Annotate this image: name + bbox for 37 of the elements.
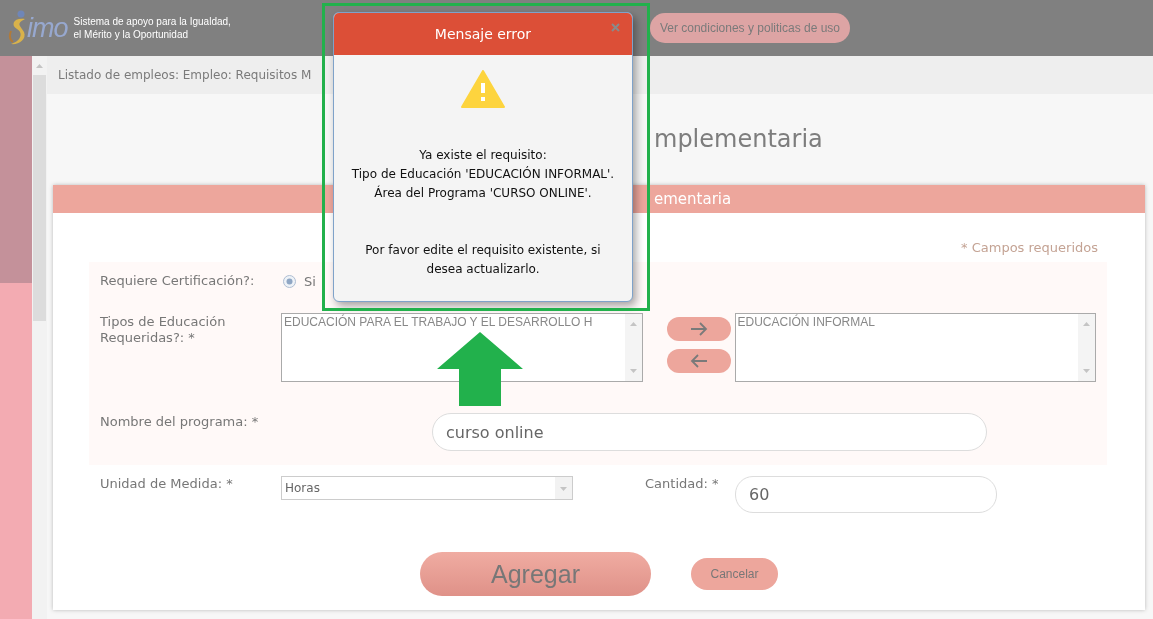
dialog-message: Tipo de Educación 'EDUCACIÓN INFORMAL'. bbox=[351, 165, 615, 183]
listbox[interactable]: EDUCACIÓN PARA EL TRABAJO Y EL DESARROLLO H bbox=[281, 313, 643, 382]
field-label: Nombre del programa: * bbox=[100, 414, 260, 430]
dialog-message: Área del Programa 'CURSO ONLINE'. bbox=[374, 184, 592, 202]
list-option[interactable]: EDUCACIÓN INFORMAL bbox=[737, 315, 875, 329]
left-arrow-icon bbox=[689, 354, 708, 368]
field-label: Requiere Certificación?: bbox=[100, 273, 256, 289]
move-right-button[interactable] bbox=[666, 317, 731, 341]
field-label: Tipos de Educación Requeridas?: * bbox=[100, 314, 227, 346]
warning-icon bbox=[461, 70, 505, 108]
move-left-button[interactable] bbox=[666, 349, 731, 373]
list-option[interactable]: EDUCACIÓN PARA EL TRABAJO Y EL DESARROLLO H bbox=[284, 315, 593, 329]
radio-button[interactable] bbox=[283, 274, 296, 288]
close-icon[interactable] bbox=[611, 23, 620, 32]
breadcrumb-text: Listado de empleos: Empleo: Requisitos M bbox=[58, 68, 312, 82]
caret-icon bbox=[555, 477, 572, 499]
page-title: mplementaria bbox=[654, 125, 823, 153]
logo-text: imo bbox=[27, 13, 68, 43]
add-button[interactable]: Agregar bbox=[420, 552, 651, 596]
listbox[interactable]: EDUCACIÓN INFORMAL bbox=[734, 313, 1096, 382]
dialog-title: Mensaje error bbox=[434, 26, 532, 42]
text-input[interactable]: 60 bbox=[735, 476, 997, 513]
dialog-message: Ya existe el requisito: bbox=[419, 147, 547, 164]
scrollbar[interactable] bbox=[1078, 314, 1095, 381]
site-tagline: Sistema de apoyo para la Igualdad, el Mérito y la Oportunidad bbox=[73, 15, 231, 41]
cancel-button[interactable]: Cancelar bbox=[691, 558, 778, 590]
panel-title: ementaria bbox=[654, 190, 732, 208]
required-note: * Campos requeridos bbox=[961, 240, 1098, 256]
field-label: Cantidad: * bbox=[645, 476, 720, 492]
radio-label: Si bbox=[304, 273, 316, 289]
field-label: Unidad de Medida: * bbox=[100, 476, 234, 492]
right-arrow-icon bbox=[689, 322, 708, 336]
scrollbar[interactable] bbox=[624, 314, 642, 381]
unit-select[interactable]: Horas bbox=[281, 476, 573, 500]
terms-link-button[interactable]: Ver condiciones y politicas de uso bbox=[649, 13, 850, 43]
text-input[interactable]: curso online bbox=[432, 413, 987, 451]
dialog-message: Por favor edite el requisito existente, si desea actualizarlo. bbox=[364, 242, 602, 278]
